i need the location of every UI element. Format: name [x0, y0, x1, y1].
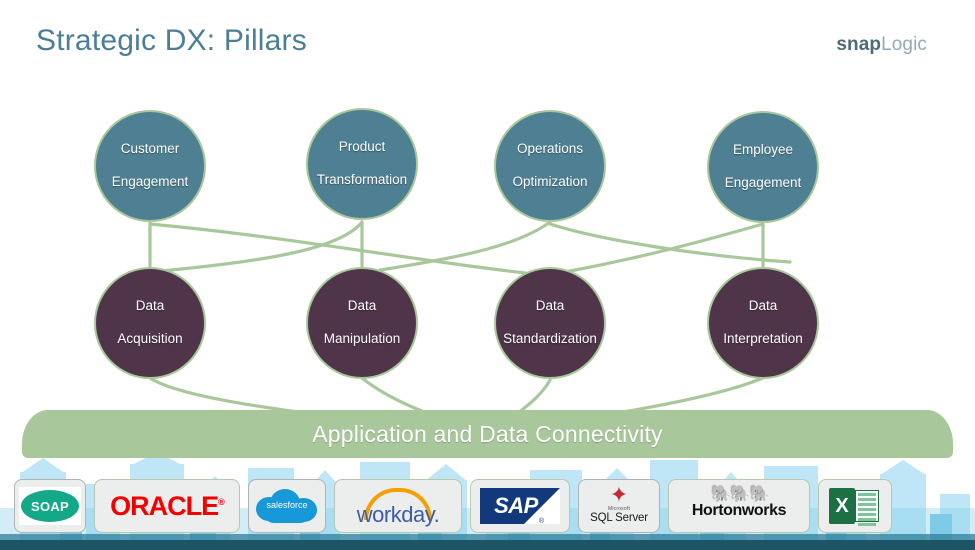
footer-bar — [0, 540, 975, 550]
pillar-label: Employee Engagement — [717, 142, 810, 191]
integration-logo-strip: SOAP ORACLE® salesforce workday. SAP ® ✦… — [14, 478, 961, 534]
oracle-registered-mark: ® — [218, 496, 225, 507]
logo-card-oracle[interactable]: ORACLE® — [94, 479, 240, 533]
data-layer-label-line2: Interpretation — [723, 331, 803, 347]
pillar-label-line1: Product — [338, 139, 386, 155]
pillar-label-line2: Optimization — [512, 174, 588, 190]
logo-card-salesforce[interactable]: salesforce — [248, 479, 326, 533]
data-layer-label-line1: Data — [347, 298, 377, 314]
hortonworks-label: Hortonworks — [691, 502, 787, 519]
oracle-icon: ORACLE® — [110, 490, 225, 522]
slide-canvas: Strategic DX: Pillars snapLogic Customer… — [0, 0, 975, 550]
connectivity-banner: Application and Data Connectivity — [22, 410, 953, 458]
workday-label: workday. — [356, 502, 440, 527]
logo-card-workday[interactable]: workday. — [334, 479, 462, 533]
pillar-label: Customer Engagement — [104, 141, 197, 190]
pillar-label-line1: Employee — [732, 142, 794, 158]
data-layer-label-line2: Manipulation — [323, 331, 401, 347]
pillar-label: Operations Optimization — [504, 141, 595, 190]
excel-icon: X — [829, 486, 881, 526]
data-layer-label-line2: Standardization — [503, 331, 597, 347]
data-layer-label: Data Acquisition — [109, 298, 190, 347]
data-layer-acquisition[interactable]: Data Acquisition — [94, 267, 206, 379]
data-layer-label: Data Manipulation — [316, 298, 409, 347]
pillar-label-line2: Engagement — [724, 175, 802, 191]
pillar-label-line1: Operations — [516, 141, 584, 157]
sqlserver-icon: ✦ Microsoft SQL Server — [581, 484, 657, 528]
data-layer-label: Data Standardization — [495, 298, 605, 347]
salesforce-label: salesforce — [266, 500, 308, 510]
logo-card-sqlserver[interactable]: ✦ Microsoft SQL Server — [578, 479, 660, 533]
pillar-label-line1: Customer — [120, 141, 180, 157]
data-layer-standardization[interactable]: Data Standardization — [494, 267, 606, 379]
logo-card-soap[interactable]: SOAP — [14, 479, 86, 533]
logo-card-hortonworks[interactable]: 🐘🐘🐘 Hortonworks — [668, 479, 810, 533]
snaplogic-logo: snapLogic — [836, 34, 927, 56]
sap-label: SAP — [494, 493, 538, 518]
salesforce-cloud-icon: salesforce — [256, 489, 318, 523]
pillar-product-transformation[interactable]: Product Transformation — [306, 108, 418, 220]
logo-text-snap: snap — [836, 34, 882, 55]
sqlserver-label: SQL Server — [590, 512, 648, 524]
logo-card-excel[interactable]: X — [818, 479, 892, 533]
sap-registered-mark: ® — [538, 518, 544, 525]
pillar-operations-optimization[interactable]: Operations Optimization — [494, 110, 606, 222]
oracle-label: ORACLE — [110, 490, 219, 521]
sqlserver-swoosh-icon: ✦ — [609, 482, 629, 507]
connectivity-banner-label: Application and Data Connectivity — [312, 420, 663, 447]
workday-icon: workday. — [342, 486, 454, 527]
data-layer-interpretation[interactable]: Data Interpretation — [707, 267, 819, 379]
data-layer-label-line2: Acquisition — [117, 331, 183, 347]
sap-icon: SAP ® — [480, 488, 560, 525]
data-layer-label-line1: Data — [748, 298, 778, 314]
soap-label: SOAP — [21, 490, 79, 522]
pillar-label: Product Transformation — [309, 139, 415, 188]
data-layer-manipulation[interactable]: Data Manipulation — [306, 267, 418, 379]
logo-text-logic: Logic — [881, 34, 927, 55]
hortonworks-elephants-icon: 🐘🐘🐘 — [710, 484, 770, 503]
excel-sheet-icon — [855, 490, 879, 526]
page-title: Strategic DX: Pillars — [36, 24, 307, 57]
data-layer-label-line1: Data — [135, 298, 165, 314]
soap-icon: SOAP — [19, 487, 81, 525]
pillar-label-line2: Transformation — [316, 172, 408, 188]
pillar-label-line2: Engagement — [111, 174, 189, 190]
logo-card-sap[interactable]: SAP ® — [470, 479, 570, 533]
data-layer-label: Data Interpretation — [715, 298, 811, 347]
data-layer-label-line1: Data — [535, 298, 565, 314]
pillar-employee-engagement[interactable]: Employee Engagement — [707, 111, 819, 223]
hortonworks-icon: 🐘🐘🐘 Hortonworks — [673, 485, 805, 527]
pillar-customer-engagement[interactable]: Customer Engagement — [94, 110, 206, 222]
excel-label: X — [829, 488, 855, 524]
